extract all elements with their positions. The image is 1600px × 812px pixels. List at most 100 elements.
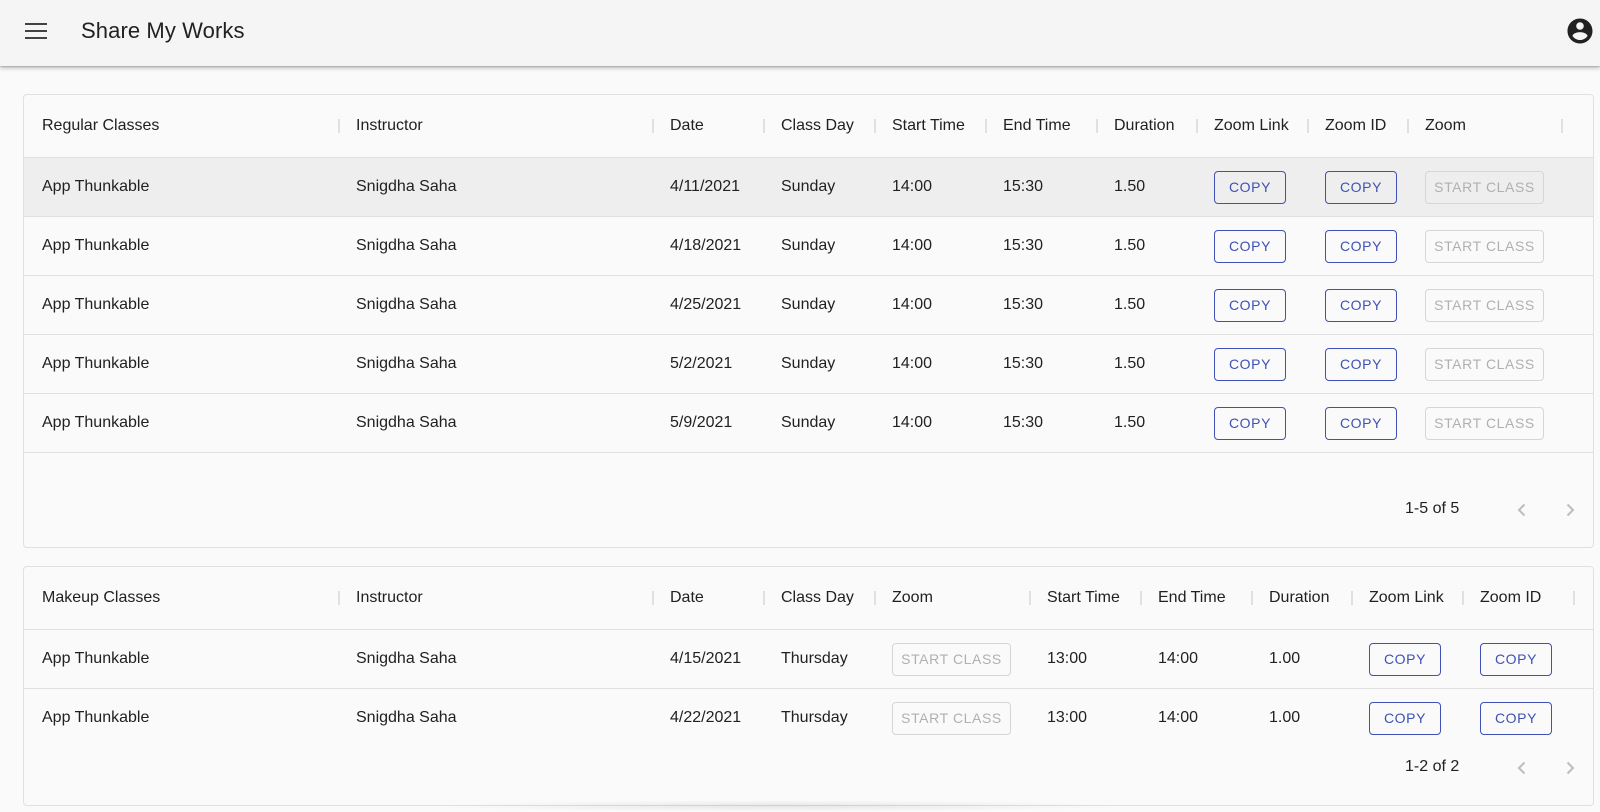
copy-zoom-id-button[interactable]: COPY	[1325, 348, 1397, 381]
col-header-start-time[interactable]: Start Time	[1029, 567, 1120, 629]
col-header-duration[interactable]: Duration	[1251, 567, 1329, 629]
cell-duration: 1.00	[1269, 650, 1301, 667]
chevron-left-icon[interactable]	[1510, 498, 1534, 522]
cell-end-time: 15:30	[1003, 296, 1044, 313]
cell-date: 4/11/2021	[670, 178, 740, 195]
copy-zoom-link-button[interactable]: COPY	[1214, 289, 1286, 322]
table-row[interactable]: App Thunkable Snigdha Saha 4/22/2021 Thu…	[24, 689, 1593, 748]
cell-date: 5/9/2021	[670, 414, 733, 431]
copy-zoom-link-button[interactable]: COPY	[1214, 407, 1286, 440]
makeup-grid-header: Makeup Classes Instructor Date Class Day…	[24, 567, 1593, 630]
cell-end-time: 15:30	[1003, 355, 1044, 372]
cell-class: App Thunkable	[42, 355, 150, 372]
start-class-button[interactable]: START CLASS	[1425, 171, 1544, 204]
copy-zoom-id-button[interactable]: COPY	[1325, 289, 1397, 322]
cell-class: App Thunkable	[42, 650, 150, 667]
copy-zoom-id-button[interactable]: COPY	[1480, 702, 1552, 735]
start-class-button[interactable]: START CLASS	[892, 643, 1011, 676]
cell-day: Sunday	[781, 414, 836, 431]
cell-instructor: Snigdha Saha	[356, 650, 457, 667]
cell-start-time: 13:00	[1047, 709, 1088, 726]
col-header-instructor[interactable]: Instructor	[338, 95, 423, 157]
cell-duration: 1.00	[1269, 709, 1301, 726]
regular-classes-grid: Regular Classes Instructor Date Class Da…	[23, 94, 1594, 548]
col-header-class-day[interactable]: Class Day	[763, 95, 854, 157]
start-class-button[interactable]: START CLASS	[1425, 289, 1544, 322]
cell-instructor: Snigdha Saha	[356, 178, 457, 195]
cell-end-time: 14:00	[1158, 650, 1199, 667]
table-row[interactable]: App Thunkable Snigdha Saha 5/2/2021 Sund…	[24, 335, 1593, 394]
cell-date: 5/2/2021	[670, 355, 733, 372]
cell-class: App Thunkable	[42, 709, 150, 726]
start-class-button[interactable]: START CLASS	[1425, 230, 1544, 263]
chevron-left-icon[interactable]	[1510, 756, 1534, 780]
col-header-end-time[interactable]: End Time	[1140, 567, 1226, 629]
copy-zoom-link-button[interactable]: COPY	[1214, 230, 1286, 263]
cell-start-time: 14:00	[892, 296, 933, 313]
cell-date: 4/22/2021	[670, 709, 742, 726]
decorative-shadow	[430, 800, 1130, 812]
cell-start-time: 14:00	[892, 355, 933, 372]
chevron-right-icon[interactable]	[1558, 756, 1582, 780]
start-class-button[interactable]: START CLASS	[1425, 348, 1544, 381]
cell-instructor: Snigdha Saha	[356, 709, 457, 726]
start-class-button[interactable]: START CLASS	[892, 702, 1011, 735]
col-header-zoom-link[interactable]: Zoom Link	[1196, 95, 1289, 157]
col-header-zoom[interactable]: Zoom	[874, 567, 933, 629]
account-circle-icon[interactable]	[1565, 16, 1595, 46]
copy-zoom-id-button[interactable]: COPY	[1480, 643, 1552, 676]
cell-start-time: 14:00	[892, 414, 933, 431]
col-header-date[interactable]: Date	[652, 567, 704, 629]
cell-instructor: Snigdha Saha	[356, 414, 457, 431]
col-header-zoom-link[interactable]: Zoom Link	[1351, 567, 1444, 629]
pagination-info: 1-5 of 5	[1405, 500, 1460, 517]
table-row[interactable]: App Thunkable Snigdha Saha 4/11/2021 Sun…	[24, 158, 1593, 217]
chevron-right-icon[interactable]	[1558, 498, 1582, 522]
col-header-zoom-id[interactable]: Zoom ID	[1462, 567, 1541, 629]
col-header-start-time[interactable]: Start Time	[874, 95, 965, 157]
regular-grid-header: Regular Classes Instructor Date Class Da…	[24, 95, 1593, 158]
col-header-regular-classes[interactable]: Regular Classes	[24, 95, 159, 157]
copy-zoom-link-button[interactable]: COPY	[1369, 643, 1441, 676]
cell-duration: 1.50	[1114, 414, 1146, 431]
cell-instructor: Snigdha Saha	[356, 296, 457, 313]
col-header-duration[interactable]: Duration	[1096, 95, 1174, 157]
col-header-class-day[interactable]: Class Day	[763, 567, 854, 629]
cell-start-time: 14:00	[892, 178, 933, 195]
col-header-makeup-classes[interactable]: Makeup Classes	[24, 567, 160, 629]
col-header-zoom-id[interactable]: Zoom ID	[1307, 95, 1386, 157]
cell-date: 4/18/2021	[670, 237, 742, 254]
cell-end-time: 15:30	[1003, 178, 1044, 195]
table-row[interactable]: App Thunkable Snigdha Saha 4/15/2021 Thu…	[24, 630, 1593, 689]
column-separator[interactable]	[1561, 119, 1563, 133]
pagination-footer: 1-2 of 2	[24, 747, 1593, 787]
table-row[interactable]: App Thunkable Snigdha Saha 4/25/2021 Sun…	[24, 276, 1593, 335]
cell-day: Thursday	[781, 650, 848, 667]
copy-zoom-link-button[interactable]: COPY	[1214, 348, 1286, 381]
table-row[interactable]: App Thunkable Snigdha Saha 4/18/2021 Sun…	[24, 217, 1593, 276]
column-separator[interactable]	[1573, 591, 1575, 605]
menu-icon[interactable]	[21, 17, 51, 47]
copy-zoom-id-button[interactable]: COPY	[1325, 407, 1397, 440]
copy-zoom-id-button[interactable]: COPY	[1325, 171, 1397, 204]
cell-duration: 1.50	[1114, 296, 1146, 313]
cell-date: 4/25/2021	[670, 296, 742, 313]
cell-class: App Thunkable	[42, 237, 150, 254]
app-title: Share My Works	[81, 18, 245, 43]
col-header-zoom[interactable]: Zoom	[1407, 95, 1466, 157]
copy-zoom-id-button[interactable]: COPY	[1325, 230, 1397, 263]
cell-duration: 1.50	[1114, 355, 1146, 372]
start-class-button[interactable]: START CLASS	[1425, 407, 1544, 440]
cell-date: 4/15/2021	[670, 650, 742, 667]
cell-class: App Thunkable	[42, 414, 150, 431]
col-header-instructor[interactable]: Instructor	[338, 567, 423, 629]
col-header-end-time[interactable]: End Time	[985, 95, 1071, 157]
table-row[interactable]: App Thunkable Snigdha Saha 5/9/2021 Sund…	[24, 394, 1593, 453]
col-header-date[interactable]: Date	[652, 95, 704, 157]
copy-zoom-link-button[interactable]: COPY	[1369, 702, 1441, 735]
cell-day: Sunday	[781, 178, 836, 195]
app-bar: Share My Works	[0, 0, 1600, 66]
cell-duration: 1.50	[1114, 237, 1146, 254]
cell-day: Sunday	[781, 296, 836, 313]
copy-zoom-link-button[interactable]: COPY	[1214, 171, 1286, 204]
